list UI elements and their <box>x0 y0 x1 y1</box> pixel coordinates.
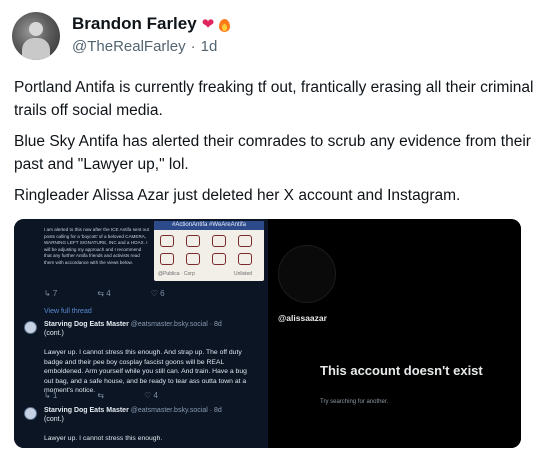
author-avatar[interactable] <box>12 12 60 60</box>
sketch-figure <box>160 235 174 247</box>
reply-author: Starving Dog Eats Master @eatsmaster.bsk… <box>44 321 222 328</box>
reply-author: Starving Dog Eats Master @eatsmaster.bsk… <box>44 407 222 414</box>
reply-count-button[interactable]: ↳ 7 <box>44 289 57 298</box>
fire-icon <box>219 17 230 32</box>
reply-action-row: ↳ 1 ⇆ ♡ 4 <box>44 391 158 400</box>
repost-count-button[interactable]: ⇆ 4 <box>97 289 110 298</box>
reply-avatar <box>24 407 37 420</box>
view-full-thread-link[interactable]: View full thread <box>44 308 92 315</box>
account-missing-message: This account doesn't exist <box>320 363 483 378</box>
media-image-bluesky-screenshot[interactable]: I am alerted to this now after the ICE A… <box>14 219 268 448</box>
post-paragraph-2: Blue Sky Antifa has alerted their comrad… <box>14 133 531 173</box>
sketch-figure <box>238 235 252 247</box>
repost-count-button[interactable]: ⇆ <box>97 391 104 400</box>
reply-author-name: Starving Dog Eats Master <box>44 321 129 328</box>
handle-row: @TheRealFarley · 1d <box>72 38 217 55</box>
embedded-image-text: I am alerted to this now after the ICE A… <box>44 227 149 265</box>
reply-avatar <box>24 321 37 334</box>
embedded-sketch-image: #ActionAntifa #WeAreAntifa @Publica · Co… <box>154 221 264 281</box>
name-row: Brandon Farley ❤ <box>72 14 230 34</box>
sketch-figure <box>238 253 252 265</box>
avatar-figure-head <box>29 22 43 36</box>
post-paragraph-3: Ringleader Alissa Azar just deleted her … <box>14 187 461 204</box>
reply-cont-label: (cont.) <box>44 416 64 423</box>
account-missing-subtext: Try searching for another. <box>320 399 389 405</box>
like-count-button[interactable]: ♡ 4 <box>144 391 158 400</box>
deleted-account-avatar <box>278 245 336 303</box>
reply-author-name: Starving Dog Eats Master <box>44 407 129 414</box>
reply-cont-label: (cont.) <box>44 330 64 337</box>
heart-emoji: ❤ <box>201 15 215 33</box>
reply-text: Lawyer up. I cannot stress this enough. <box>44 435 163 442</box>
post-paragraph-1: Portland Antifa is currently freaking tf… <box>14 79 534 119</box>
sketch-figure <box>212 235 226 247</box>
sketch-figure <box>186 235 200 247</box>
avatar-figure-body <box>22 38 50 60</box>
embedded-image-meta-right: Unlisted <box>234 271 253 277</box>
reply-author-handle: @eatsmaster.bsky.social · 8d <box>130 407 222 414</box>
reply-author-handle: @eatsmaster.bsky.social · 8d <box>130 321 222 328</box>
like-count-button[interactable]: ♡ 6 <box>151 289 165 298</box>
reply-count-button[interactable]: ↳ 1 <box>44 391 57 400</box>
post-card: Brandon Farley ❤ @TheRealFarley · 1d Por… <box>0 0 545 462</box>
embedded-image-caption: #ActionAntifa #WeAreAntifa <box>154 221 264 230</box>
post-action-row: ↳ 7 ⇆ 4 ♡ 6 <box>44 289 165 298</box>
sketch-figure <box>160 253 174 265</box>
media-grid[interactable]: I am alerted to this now after the ICE A… <box>14 219 521 448</box>
post-time[interactable]: 1d <box>201 38 218 55</box>
sketch-figure <box>186 253 200 265</box>
deleted-account-handle: @alissaazar <box>278 313 327 323</box>
reply-text: Lawyer up. I cannot stress this enough. … <box>44 349 247 394</box>
media-image-deleted-account[interactable]: @alissaazar This account doesn't exist T… <box>270 219 521 448</box>
author-handle[interactable]: @TheRealFarley <box>72 38 186 55</box>
handle-separator: · <box>190 38 196 55</box>
embedded-image-meta-left: @Publica · Corp <box>158 271 195 277</box>
author-display-name[interactable]: Brandon Farley <box>72 14 197 34</box>
sketch-figure <box>212 253 226 265</box>
